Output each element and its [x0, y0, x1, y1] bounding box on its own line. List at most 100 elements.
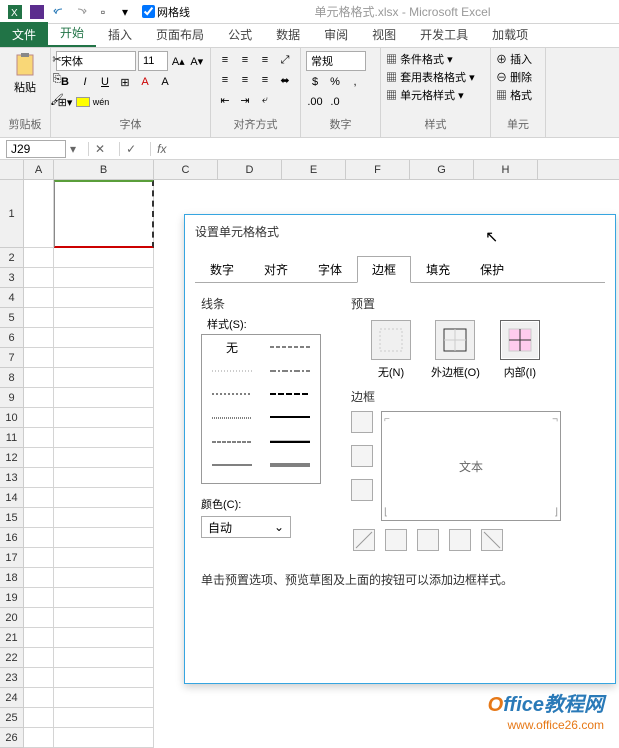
- cell[interactable]: [54, 308, 154, 328]
- cell[interactable]: [54, 508, 154, 528]
- border-vmid-button[interactable]: [417, 529, 439, 551]
- cell[interactable]: [24, 348, 54, 368]
- cell[interactable]: [24, 668, 54, 688]
- row-header[interactable]: 15: [0, 508, 24, 528]
- cell[interactable]: [24, 728, 54, 748]
- cell[interactable]: [54, 688, 154, 708]
- color-combo[interactable]: 自动 ⌄: [201, 516, 291, 538]
- border-bot-button[interactable]: [351, 479, 373, 501]
- indent-dec-icon[interactable]: ⇤: [216, 91, 234, 109]
- cond-format-button[interactable]: ▦ 条件格式 ▾: [386, 51, 485, 67]
- cell[interactable]: [54, 468, 154, 488]
- col-header-f[interactable]: F: [346, 160, 410, 179]
- tab-review[interactable]: 审阅: [312, 22, 360, 47]
- dlg-tab-number[interactable]: 数字: [195, 256, 249, 283]
- comma-icon[interactable]: ,: [346, 73, 364, 91]
- col-header-h[interactable]: H: [474, 160, 538, 179]
- style-opt[interactable]: [206, 457, 258, 473]
- row-header[interactable]: 13: [0, 468, 24, 488]
- cell[interactable]: [54, 248, 154, 268]
- tab-formula[interactable]: 公式: [216, 22, 264, 47]
- merge-icon[interactable]: ⬌: [276, 71, 294, 89]
- cell[interactable]: [24, 180, 54, 248]
- cell[interactable]: [54, 288, 154, 308]
- table-format-button[interactable]: ▦ 套用表格格式 ▾: [386, 69, 485, 85]
- cell[interactable]: [24, 588, 54, 608]
- col-header-e[interactable]: E: [282, 160, 346, 179]
- increase-font-icon[interactable]: A▴: [170, 52, 187, 70]
- copy-icon[interactable]: ⎘: [48, 70, 66, 88]
- cell[interactable]: [24, 388, 54, 408]
- row-header[interactable]: 21: [0, 628, 24, 648]
- row-header[interactable]: 4: [0, 288, 24, 308]
- row-header[interactable]: 10: [0, 408, 24, 428]
- row-header[interactable]: 17: [0, 548, 24, 568]
- row-header[interactable]: 1: [0, 180, 24, 248]
- style-opt[interactable]: [264, 410, 316, 426]
- tab-dev[interactable]: 开发工具: [408, 22, 480, 47]
- cell[interactable]: [54, 388, 154, 408]
- font-size-combo[interactable]: [138, 51, 168, 71]
- format-painter-icon[interactable]: 🖌: [48, 90, 66, 108]
- cell[interactable]: [24, 528, 54, 548]
- phonetic-button[interactable]: wén: [92, 93, 110, 111]
- row-header[interactable]: 12: [0, 448, 24, 468]
- align-mid-icon[interactable]: ≡: [236, 51, 254, 69]
- font-color-red[interactable]: A: [136, 73, 154, 91]
- border-preview[interactable]: 文本 ⌐ ¬ ⌊ ⌋: [381, 411, 561, 521]
- paste-button[interactable]: 粘贴: [5, 51, 45, 95]
- style-opt[interactable]: [206, 386, 258, 402]
- border-top-button[interactable]: [351, 411, 373, 433]
- tab-addin[interactable]: 加载项: [480, 22, 540, 47]
- cell[interactable]: [54, 728, 154, 748]
- cell[interactable]: [54, 368, 154, 388]
- row-header[interactable]: 20: [0, 608, 24, 628]
- row-header[interactable]: 9: [0, 388, 24, 408]
- align-top-icon[interactable]: ≡: [216, 51, 234, 69]
- decrease-font-icon[interactable]: A▾: [189, 52, 206, 70]
- percent-icon[interactable]: %: [326, 73, 344, 91]
- cell[interactable]: [54, 568, 154, 588]
- cell[interactable]: [54, 648, 154, 668]
- redo-icon[interactable]: [73, 4, 89, 20]
- cell[interactable]: [24, 428, 54, 448]
- align-center-icon[interactable]: ≡: [236, 71, 254, 89]
- cell[interactable]: [54, 528, 154, 548]
- tab-home[interactable]: 开始: [48, 20, 96, 47]
- cell[interactable]: [24, 448, 54, 468]
- preset-inside-button[interactable]: [500, 320, 540, 360]
- save-icon[interactable]: [29, 4, 45, 20]
- col-header-g[interactable]: G: [410, 160, 474, 179]
- cell[interactable]: [54, 668, 154, 688]
- align-bot-icon[interactable]: ≡: [256, 51, 274, 69]
- cell[interactable]: [54, 708, 154, 728]
- style-opt[interactable]: [264, 339, 316, 355]
- name-box[interactable]: [6, 140, 66, 158]
- row-header[interactable]: 23: [0, 668, 24, 688]
- border-right-button[interactable]: [449, 529, 471, 551]
- cell[interactable]: [54, 448, 154, 468]
- border-left-button[interactable]: [385, 529, 407, 551]
- col-header-c[interactable]: C: [154, 160, 218, 179]
- cell[interactable]: [54, 608, 154, 628]
- preset-outline-button[interactable]: [435, 320, 475, 360]
- line-style-picker[interactable]: 无: [201, 334, 321, 484]
- cell[interactable]: [24, 248, 54, 268]
- gridlines-checkbox[interactable]: [142, 5, 155, 18]
- cell[interactable]: [24, 288, 54, 308]
- cell[interactable]: [24, 708, 54, 728]
- fill-color-button[interactable]: [76, 97, 90, 107]
- tab-file[interactable]: 文件: [0, 22, 48, 47]
- cell[interactable]: [24, 608, 54, 628]
- indent-inc-icon[interactable]: ⇥: [236, 91, 254, 109]
- row-header[interactable]: 6: [0, 328, 24, 348]
- row-header[interactable]: 7: [0, 348, 24, 368]
- row-header[interactable]: 3: [0, 268, 24, 288]
- number-format-combo[interactable]: [306, 51, 366, 71]
- undo-icon[interactable]: [51, 4, 67, 20]
- cell[interactable]: [24, 488, 54, 508]
- cell[interactable]: [24, 648, 54, 668]
- align-left-icon[interactable]: ≡: [216, 71, 234, 89]
- insert-cells-button[interactable]: ⊕ 插入: [496, 51, 540, 67]
- qat-dropdown-icon[interactable]: ▾: [117, 4, 133, 20]
